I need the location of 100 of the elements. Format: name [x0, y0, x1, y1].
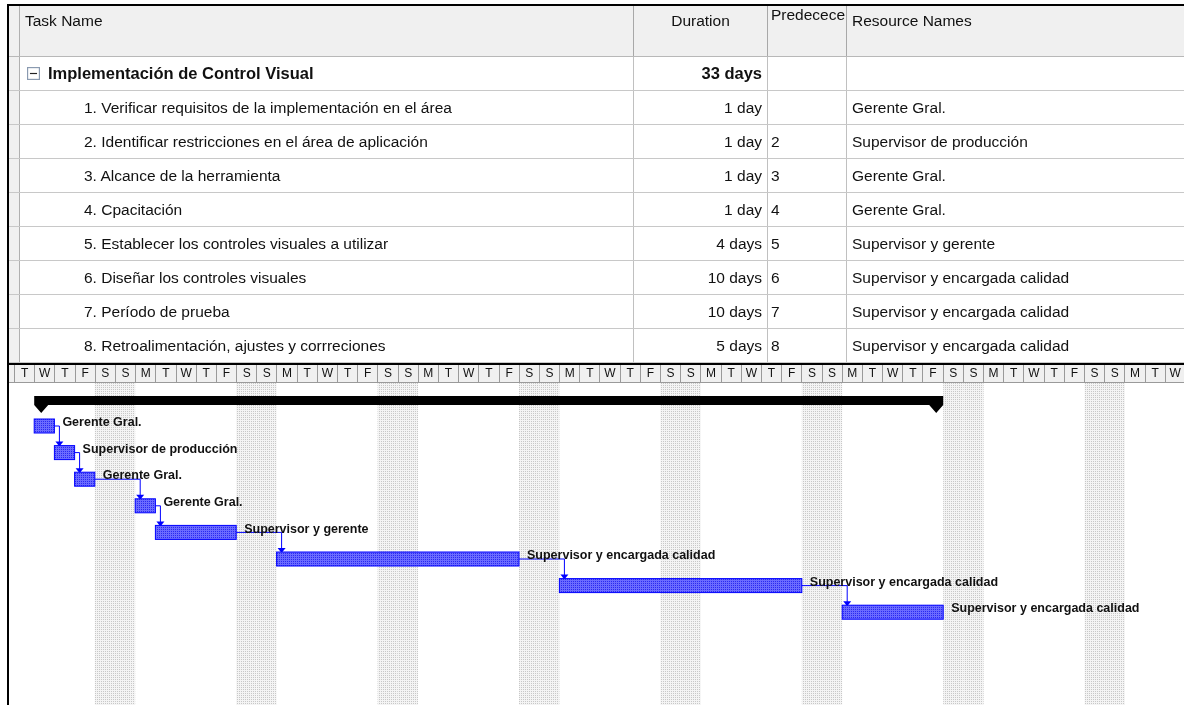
day-label: M [559, 365, 580, 382]
day-label: W [316, 365, 337, 382]
day-label: F [922, 365, 943, 382]
day-label: W [882, 365, 903, 382]
task-bar[interactable] [558, 578, 803, 594]
row-selector-cell[interactable] [9, 329, 20, 362]
task-name: 8. Retroalimentación, ajustes y corrreciones [84, 336, 386, 355]
row-selector-cell[interactable] [9, 57, 20, 90]
day-label: T [1043, 365, 1064, 382]
day-label: F [639, 365, 660, 382]
row-selector-cell[interactable] [9, 125, 20, 158]
day-label: T [579, 365, 600, 382]
row-selector-cell[interactable] [9, 295, 20, 328]
day-label: S [821, 365, 842, 382]
day-label: M [1124, 365, 1145, 382]
day-label: M [841, 365, 862, 382]
row-selector-cell[interactable] [9, 193, 20, 226]
day-label: W [740, 365, 761, 382]
day-label: F [781, 365, 802, 382]
day-label: T [760, 365, 782, 382]
task-name: 2. Identificar restricciones en el área de aplicación [84, 132, 428, 151]
bar-label: Gerente Gral. [102, 468, 182, 483]
day-label: T [720, 365, 741, 382]
task-name: 3. Alcance de la herramienta [84, 166, 281, 185]
task-name: Implementación de Control Visual [48, 64, 314, 83]
day-label: F [215, 365, 237, 382]
day-label: S [94, 365, 115, 382]
bar-label: Supervisor y encargada calidad [527, 548, 716, 563]
table-cell: 7 [771, 302, 780, 321]
task-bar[interactable] [33, 418, 55, 434]
day-label: M [417, 365, 438, 382]
day-label: S [397, 365, 418, 382]
day-label: S [1083, 365, 1105, 382]
day-label: T [1144, 365, 1165, 382]
task-bar[interactable] [841, 604, 944, 620]
day-label: S [660, 365, 681, 382]
collapse-icon[interactable] [27, 67, 40, 80]
row-selector-cell[interactable] [9, 261, 20, 294]
day-label: W [1023, 365, 1044, 382]
day-label: S [962, 365, 983, 382]
day-label: T [14, 365, 35, 382]
day-label: W [458, 365, 479, 382]
table-cell: Gerente Gral. [852, 200, 946, 219]
day-label: T [155, 365, 176, 382]
bar-label: Supervisor y encargada calidad [809, 574, 999, 589]
task-name: 6. Diseñar los controles visuales [84, 268, 307, 287]
day-label: W [1164, 365, 1184, 382]
day-label: S [114, 365, 136, 382]
column-header[interactable]: Duration [634, 6, 768, 56]
day-label: M [135, 365, 156, 382]
task-name: 7. Período de prueba [84, 302, 230, 321]
table-cell: Supervisor y encargada calidad [852, 336, 1070, 355]
day-label: S [680, 365, 701, 382]
day-label: S [236, 365, 257, 382]
day-label: M [276, 365, 297, 382]
table-cell: Supervisor y gerente [852, 234, 996, 253]
table-cell: Supervisor y encargada calidad [852, 302, 1070, 321]
link-arrow [94, 478, 145, 500]
link-arrow [154, 505, 165, 527]
day-label: S [256, 365, 277, 382]
bar-label: Supervisor y gerente [244, 521, 369, 536]
day-label: T [296, 365, 317, 382]
column-header[interactable]: Predecece [768, 6, 847, 56]
task-name: 4. Cpacitación [84, 200, 183, 219]
day-label: T [54, 365, 75, 382]
table-cell: Gerente Gral. [852, 98, 946, 117]
row-selector-cell[interactable] [9, 159, 20, 192]
row-selector-cell[interactable] [9, 91, 20, 124]
day-label: F [1063, 365, 1084, 382]
row-selector-cell[interactable] [9, 227, 20, 260]
day-label: S [801, 365, 822, 382]
day-label: F [498, 365, 519, 382]
day-label: T [1003, 365, 1024, 382]
day-label: T [195, 365, 216, 382]
task-bar[interactable] [74, 471, 96, 487]
bar-label: Gerente Gral. [62, 415, 142, 430]
table-cell: 4 [771, 200, 780, 219]
day-label: T [337, 365, 358, 382]
table-cell: Supervisor y encargada calidad [852, 268, 1070, 287]
day-label: T [902, 365, 923, 382]
table-cell: 8 [771, 336, 780, 355]
column-header[interactable]: Task Name [20, 6, 634, 56]
task-name: 1. Verificar requisitos de la implementación en el área [84, 98, 452, 117]
column-header[interactable]: Resource Names [847, 6, 1184, 56]
table-cell: 3 [771, 166, 780, 185]
task-name: 5. Establecer los controles visuales a utilizar [84, 234, 389, 253]
day-label: W [599, 365, 620, 382]
bar-label: Supervisor de producción [82, 441, 238, 456]
day-label: W [34, 365, 55, 382]
table-cell: 5 days [716, 336, 762, 355]
day-label: T [437, 365, 459, 382]
day-label: T [619, 365, 640, 382]
bar-label: Gerente Gral. [163, 495, 243, 510]
task-bar[interactable] [53, 445, 76, 461]
task-bar[interactable] [134, 498, 156, 514]
task-bar[interactable] [154, 524, 237, 540]
table-cell: 5 [771, 234, 780, 253]
table-cell: 10 days [707, 302, 762, 321]
day-label: S [1104, 365, 1125, 382]
day-label: S [538, 365, 560, 382]
